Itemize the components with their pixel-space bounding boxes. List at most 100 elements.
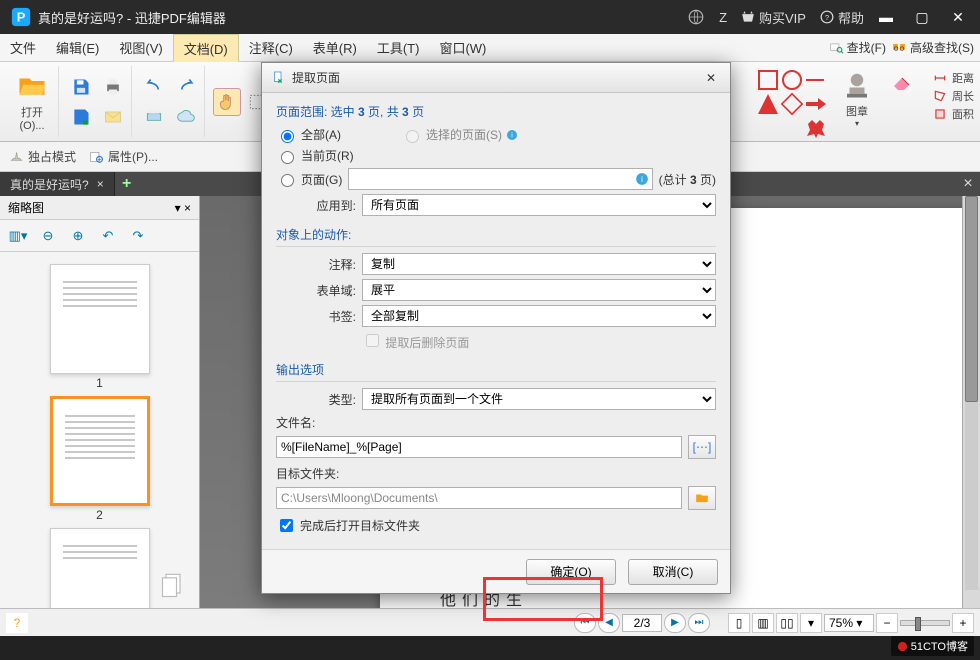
layout-single-icon[interactable]: ▯ — [728, 613, 750, 633]
new-tab-button[interactable]: + — [115, 172, 139, 196]
save-as-button[interactable] — [67, 103, 95, 131]
rotate-left-icon[interactable]: ↶ — [96, 224, 120, 248]
save-button[interactable] — [67, 73, 95, 101]
help-icon[interactable]: ? — [6, 613, 28, 633]
thumbnail-panel-menu-icon[interactable]: ▾ × — [175, 201, 191, 215]
email-button[interactable] — [99, 103, 127, 131]
menu-form[interactable]: 表单(R) — [303, 34, 367, 61]
forms-select[interactable]: 展平 — [362, 279, 716, 301]
comments-select[interactable]: 复制 — [362, 253, 716, 275]
options-icon[interactable]: ▥▾ — [6, 224, 30, 248]
zoom-out-button[interactable]: − — [876, 613, 898, 633]
menu-tool[interactable]: 工具(T) — [367, 34, 430, 61]
help-link[interactable]: ?帮助 — [820, 8, 864, 27]
watermark: 51CTO博客 — [891, 636, 974, 656]
window-minimize-button[interactable]: ▬ — [868, 0, 904, 34]
watermark-icon — [897, 641, 908, 652]
properties-button[interactable]: 属性(P)... — [88, 148, 158, 165]
svg-text:?: ? — [825, 13, 829, 22]
thumbnail-title: 缩略图 — [8, 199, 44, 216]
zoom-in-icon[interactable]: ⊕ — [66, 224, 90, 248]
undo-button[interactable] — [140, 73, 168, 101]
filename-label: 文件名: — [276, 416, 315, 430]
redo-button[interactable] — [172, 73, 200, 101]
layout-facing-icon[interactable]: ▯▯ — [776, 613, 798, 633]
total-pages-hint: (总计 3 页) — [659, 171, 716, 188]
svg-text:i: i — [641, 175, 643, 184]
info-icon[interactable]: i — [635, 172, 649, 186]
measure-perimeter-button[interactable]: 周长 — [932, 88, 974, 104]
stamp-button[interactable]: 图章▾ — [836, 70, 878, 128]
output-section-label: 输出选项 — [276, 355, 716, 382]
rotate-right-icon[interactable]: ↷ — [126, 224, 150, 248]
page-range-header: 页面范围: 选中 3 页, 共 3 页 — [276, 103, 716, 120]
document-title: 真的是好运吗? — [38, 11, 123, 26]
buy-vip-link[interactable]: 购买VIP — [741, 8, 806, 27]
radio-current[interactable]: 当前页(R) — [276, 147, 354, 164]
radio-pages[interactable]: 页面(G) — [276, 171, 342, 188]
measure-distance-button[interactable]: 距离 — [932, 70, 974, 86]
window-maximize-button[interactable]: ▢ — [904, 0, 940, 34]
menu-bar: 文件 编辑(E) 视图(V) 文档(D) 注释(C) 表单(R) 工具(T) 窗… — [0, 34, 980, 62]
radio-selected[interactable]: 选择的页面(S) i — [401, 126, 518, 143]
window-close-button[interactable]: ✕ — [940, 0, 976, 34]
advanced-find-button[interactable]: 高级查找(S) — [890, 39, 974, 56]
menu-comment[interactable]: 注释(C) — [239, 34, 303, 61]
menu-edit[interactable]: 编辑(E) — [46, 34, 109, 61]
svg-text:P: P — [17, 10, 26, 25]
pages-input[interactable] — [348, 168, 652, 190]
cloud-button[interactable] — [172, 103, 200, 131]
thumbnail-toolbar: ▥▾ ⊖ ⊕ ↶ ↷ — [0, 220, 199, 252]
actions-section-label: 对象上的动作: — [276, 220, 716, 247]
output-type-select[interactable]: 提取所有页面到一个文件 — [362, 388, 716, 410]
eraser-icon[interactable] — [888, 70, 916, 94]
tab-strip-close-button[interactable]: × — [956, 172, 980, 196]
apply-to-select[interactable]: 所有页面 — [362, 194, 716, 216]
measure-area-button[interactable]: 面积 — [932, 106, 974, 122]
scan-button[interactable] — [140, 103, 168, 131]
layout-continuous-icon[interactable]: ▥ — [752, 613, 774, 633]
zoom-out-icon[interactable]: ⊖ — [36, 224, 60, 248]
zoom-slider[interactable] — [900, 620, 950, 626]
hand-tool-button[interactable] — [213, 88, 241, 116]
document-tab[interactable]: 真的是好运吗?× — [0, 172, 115, 196]
filename-input[interactable] — [276, 436, 682, 458]
menu-document[interactable]: 文档(D) — [173, 34, 239, 62]
dialog-title: 提取页面 — [292, 69, 340, 86]
cancel-button[interactable]: 取消(C) — [628, 559, 718, 585]
globe-icon[interactable] — [687, 8, 705, 26]
dest-folder-input[interactable] — [276, 487, 682, 509]
radio-all[interactable]: 全部(A) — [276, 126, 341, 143]
thumbnail-page-3[interactable] — [50, 528, 150, 608]
open-after-checkbox[interactable]: 完成后打开目标文件夹 — [276, 516, 420, 535]
thumbnail-page-1[interactable] — [50, 264, 150, 374]
zoom-select[interactable]: 75% ▾ — [824, 614, 874, 632]
dialog-close-button[interactable]: ✕ — [700, 67, 722, 89]
delete-after-checkbox[interactable]: 提取后删除页面 — [362, 331, 469, 351]
exclusive-mode-button[interactable]: 独占模式 — [8, 148, 76, 165]
filename-macro-button[interactable]: [⋯] — [688, 435, 716, 459]
user-initial[interactable]: Z — [719, 10, 727, 25]
menu-file[interactable]: 文件 — [0, 34, 46, 61]
print-button[interactable] — [99, 73, 127, 101]
nav-next-button[interactable]: ▶ — [664, 613, 686, 633]
thumbnail-page-2[interactable] — [50, 396, 150, 506]
app-title: 迅捷PDF编辑器 — [135, 11, 226, 26]
dest-folder-label: 目标文件夹: — [276, 467, 339, 481]
layout-dropdown-icon[interactable]: ▾ — [800, 613, 822, 633]
find-button[interactable]: 查找(F) — [827, 39, 886, 56]
zoom-in-button[interactable]: + — [952, 613, 974, 633]
thumbnail-panel: 缩略图▾ × ▥▾ ⊖ ⊕ ↶ ↷ 1 2 3 — [0, 196, 200, 608]
nav-last-button[interactable]: ⏭ — [688, 613, 710, 633]
vertical-scrollbar[interactable] — [962, 196, 980, 608]
app-logo-icon: P — [10, 6, 32, 28]
browse-folder-button[interactable] — [688, 486, 716, 510]
shape-palette[interactable] — [758, 70, 826, 138]
menu-view[interactable]: 视图(V) — [109, 34, 172, 61]
open-button[interactable]: 打开(O)... — [10, 71, 54, 132]
info-icon: i — [506, 129, 518, 141]
ok-button-highlight — [483, 577, 603, 621]
tab-close-icon[interactable]: × — [97, 177, 104, 191]
menu-window[interactable]: 窗口(W) — [429, 34, 496, 61]
bookmarks-select[interactable]: 全部复制 — [362, 305, 716, 327]
